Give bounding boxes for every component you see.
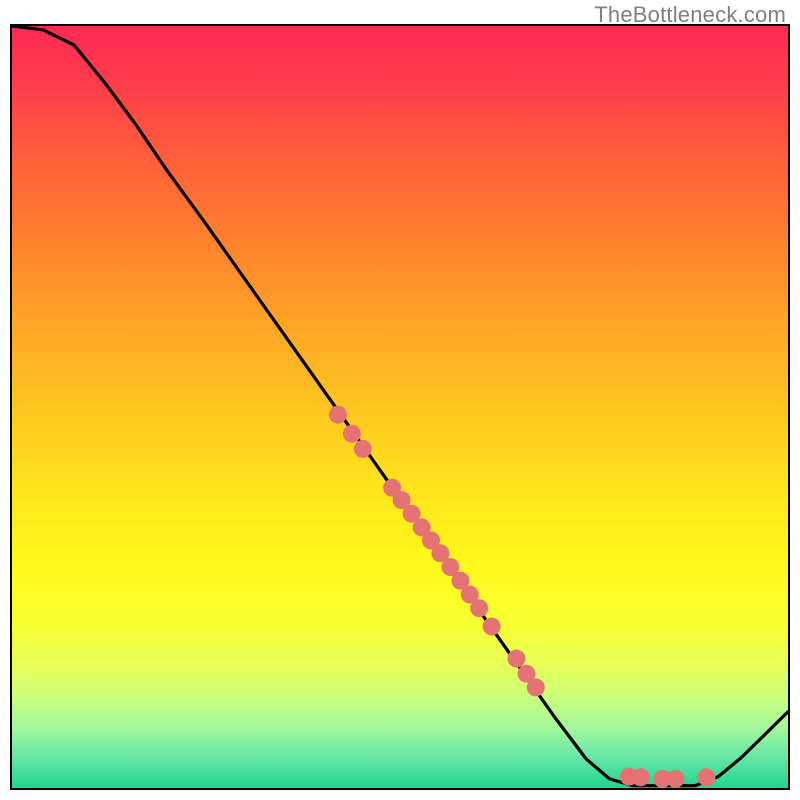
data-point [354, 440, 372, 458]
data-point [507, 650, 525, 668]
bottleneck-chart: TheBottleneck.com [0, 0, 800, 800]
data-point [632, 768, 650, 786]
data-point [527, 678, 545, 696]
data-point [698, 768, 716, 786]
chart-svg [12, 26, 788, 788]
data-point [483, 618, 501, 636]
plot-area [10, 24, 790, 790]
data-point [343, 425, 361, 443]
data-point [329, 406, 347, 424]
gradient-background [12, 26, 788, 788]
data-point [667, 770, 685, 788]
data-point [470, 599, 488, 617]
